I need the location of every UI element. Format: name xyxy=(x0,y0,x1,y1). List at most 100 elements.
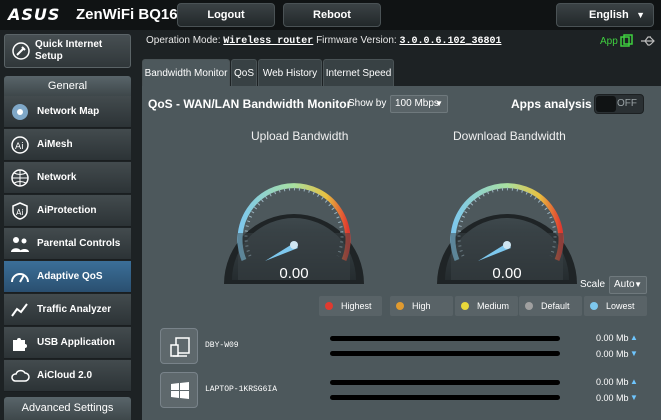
wizard-icon xyxy=(12,42,30,60)
client-upload-rate: 0.00 Mb xyxy=(596,377,629,387)
arrow-down-icon: ▼ xyxy=(630,393,638,402)
sidebar: Quick Internet Setup General Network Map… xyxy=(0,30,136,420)
puzzle-icon xyxy=(13,338,27,351)
apps-analysis-toggle[interactable]: OFF xyxy=(594,94,644,114)
advanced-settings-header: Advanced Settings xyxy=(4,397,131,420)
client-device-button[interactable] xyxy=(160,328,198,364)
copy-icon[interactable] xyxy=(620,34,634,48)
client-device-button[interactable] xyxy=(160,372,198,408)
chevron-down-icon: ▼ xyxy=(634,280,642,289)
sidebar-item-label: Network Map xyxy=(37,106,100,117)
app-link[interactable]: App xyxy=(600,36,618,47)
arrow-up-icon: ▲ xyxy=(630,333,638,342)
client-row[interactable]: LAPTOP-1KRSG6IA 0.00 Mb ▲ 0.00 Mb ▼ xyxy=(160,372,660,412)
tab-web-history[interactable]: Web History xyxy=(258,59,322,86)
sidebar-item-parental-controls[interactable]: Parental Controls xyxy=(4,228,131,260)
download-bar xyxy=(330,351,560,356)
legend-default: Default xyxy=(519,296,582,316)
device-icon xyxy=(170,337,190,357)
globe-icon xyxy=(11,169,29,187)
tab-bandwidth-monitor[interactable]: Bandwidth Monitor xyxy=(142,59,230,86)
op-mode-link[interactable]: Wireless router xyxy=(223,36,313,47)
status-line: Operation Mode: Wireless router Firmware… xyxy=(146,35,501,47)
family-icon xyxy=(11,237,29,252)
sidebar-item-traffic-analyzer[interactable]: Traffic Analyzer xyxy=(4,294,131,326)
sidebar-item-label: Adaptive QoS xyxy=(37,271,103,282)
sidebar-item-aicloud[interactable]: AiCloud 2.0 xyxy=(4,360,131,392)
show-by-value: 100 Mbps xyxy=(395,98,439,109)
sidebar-item-adaptive-qos[interactable]: Adaptive QoS xyxy=(4,261,131,293)
bandwidth-monitor-panel: QoS - WAN/LAN Bandwidth Monitor Show by … xyxy=(142,86,661,420)
legend-label: Highest xyxy=(341,301,372,311)
client-row[interactable]: DBY-W09 0.00 Mb ▲ 0.00 Mb ▼ xyxy=(160,328,660,368)
scale-select[interactable]: Auto ▼ xyxy=(609,276,647,294)
show-by-label: Show by xyxy=(348,98,387,109)
sidebar-item-label: Traffic Analyzer xyxy=(37,304,112,315)
upload-bar xyxy=(330,380,560,385)
sidebar-item-network-map[interactable]: Network Map xyxy=(4,96,131,128)
quick-internet-setup-button[interactable]: Quick Internet Setup xyxy=(4,34,131,68)
download-gauge: 0.00 xyxy=(437,183,577,284)
arrow-down-icon: ▼ xyxy=(630,349,638,358)
tab-qos[interactable]: QoS xyxy=(231,59,257,86)
legend-high: High xyxy=(390,296,453,316)
shield-icon: Ai xyxy=(12,202,28,220)
download-value: 0.00 xyxy=(492,265,521,282)
legend-dot xyxy=(396,302,404,310)
windows-icon xyxy=(171,382,189,399)
quick-internet-setup-label: Quick Internet Setup xyxy=(35,39,103,62)
legend-label: Medium xyxy=(477,301,510,311)
sidebar-item-label: USB Application xyxy=(37,337,115,348)
client-download-rate: 0.00 Mb xyxy=(596,393,629,403)
language-value: English xyxy=(589,9,629,21)
legend-label: Default xyxy=(541,301,570,311)
top-bar: ASUS ZenWiFi BQ16 Logout Reboot English … xyxy=(0,0,661,30)
traffic-icon xyxy=(11,303,28,317)
sidebar-item-label: AiCloud 2.0 xyxy=(37,370,93,381)
logout-button[interactable]: Logout xyxy=(177,3,275,27)
upload-bar xyxy=(330,336,560,341)
svg-text:Ai: Ai xyxy=(15,142,24,152)
client-upload-rate: 0.00 Mb xyxy=(596,333,629,343)
sidebar-item-aimesh[interactable]: Ai AiMesh xyxy=(4,129,131,161)
arrow-up-icon: ▲ xyxy=(630,377,638,386)
legend-label: Lowest xyxy=(606,301,635,311)
asus-logo: ASUS xyxy=(8,5,61,24)
network-map-icon xyxy=(12,104,28,120)
firmware-link[interactable]: 3.0.0.6.102_36801 xyxy=(399,36,501,47)
upload-value: 0.00 xyxy=(279,265,308,282)
sidebar-item-label: AiMesh xyxy=(37,139,73,150)
legend-dot xyxy=(525,302,533,310)
sidebar-item-label: AiProtection xyxy=(37,205,97,216)
legend-label: High xyxy=(412,301,431,311)
toggle-state: OFF xyxy=(617,98,637,109)
show-by-select[interactable]: 100 Mbps ▼ xyxy=(390,95,448,113)
sidebar-item-usb-application[interactable]: USB Application xyxy=(4,327,131,359)
usb-icon[interactable] xyxy=(640,35,656,47)
reboot-button[interactable]: Reboot xyxy=(283,3,381,27)
client-name: DBY-W09 xyxy=(205,341,239,350)
language-select[interactable]: English ▼ xyxy=(556,3,654,27)
chevron-down-icon: ▼ xyxy=(636,10,645,20)
panel-title: QoS - WAN/LAN Bandwidth Monitor xyxy=(148,97,352,111)
legend-highest: Highest xyxy=(319,296,382,316)
general-header: General xyxy=(4,76,131,96)
client-download-rate: 0.00 Mb xyxy=(596,349,629,359)
sidebar-item-label: Parental Controls xyxy=(37,238,121,249)
download-bar xyxy=(330,395,560,400)
scale-value: Auto xyxy=(614,279,635,290)
cloud-icon xyxy=(11,369,30,382)
tab-internet-speed[interactable]: Internet Speed xyxy=(323,59,394,86)
download-bandwidth-title: Download Bandwidth xyxy=(453,129,566,143)
product-name: ZenWiFi BQ16 xyxy=(76,6,178,23)
op-mode-label: Operation Mode: xyxy=(146,35,221,46)
sidebar-item-label: Network xyxy=(37,172,77,183)
sidebar-item-network[interactable]: Network xyxy=(4,162,131,194)
svg-text:Ai: Ai xyxy=(16,208,24,217)
sidebar-item-aiprotection[interactable]: Ai AiProtection xyxy=(4,195,131,227)
legend-lowest: Lowest xyxy=(584,296,647,316)
client-name: LAPTOP-1KRSG6IA xyxy=(205,385,278,394)
upload-gauge: 0.00 xyxy=(224,183,364,284)
toggle-knob xyxy=(596,96,616,112)
apps-analysis-label: Apps analysis xyxy=(511,97,592,111)
